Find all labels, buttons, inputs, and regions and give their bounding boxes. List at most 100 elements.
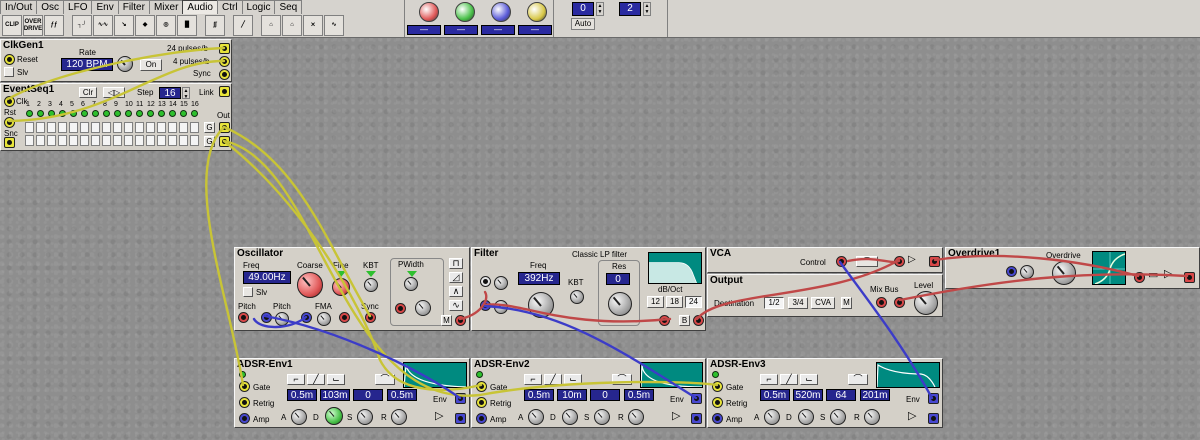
- color-knob-yellow[interactable]: [527, 2, 547, 22]
- slew-module-icon[interactable]: ╱: [233, 15, 253, 36]
- clip-module-icon[interactable]: CLIP: [2, 15, 22, 36]
- overdrive-in-jack[interactable]: [1134, 272, 1145, 283]
- osc-slv-button[interactable]: [243, 287, 253, 297]
- env2-decay-knob[interactable]: [562, 409, 578, 425]
- step-9-row-2-button[interactable]: [113, 135, 122, 146]
- slope-12-button[interactable]: 12: [647, 296, 664, 308]
- tab-ctrl[interactable]: Ctrl: [216, 0, 243, 14]
- env1-attack-display[interactable]: 0.5m: [287, 389, 317, 401]
- env1-shape-button[interactable]: ⌒: [375, 374, 395, 385]
- wavewrap-module-icon[interactable]: ∿∿: [93, 15, 113, 36]
- env1-attack-exp-button[interactable]: ⌙: [327, 374, 345, 385]
- env2-release-display[interactable]: 0.5m: [624, 389, 654, 401]
- env2-attack-lin-button[interactable]: ⌐: [524, 374, 542, 385]
- step-6-row-1-button[interactable]: [80, 122, 89, 133]
- env3-shape-button[interactable]: ⌒: [848, 374, 868, 385]
- tab-seq[interactable]: Seq: [274, 0, 303, 14]
- step-6-row-2-button[interactable]: [80, 135, 89, 146]
- env3-decay-display[interactable]: 520m: [793, 389, 823, 401]
- step-10-row-2-button[interactable]: [124, 135, 133, 146]
- delay-module-icon[interactable]: ∫∫: [205, 15, 225, 36]
- wave-saw-button[interactable]: ◿: [449, 272, 463, 283]
- slv-button[interactable]: [4, 67, 14, 77]
- slope-24-button[interactable]: 24: [685, 296, 702, 308]
- filter-kbt-knob[interactable]: [570, 290, 584, 304]
- overdrive-module-icon[interactable]: OVER DRIVE: [23, 15, 43, 36]
- env3-attack-exp-button[interactable]: ⌙: [800, 374, 818, 385]
- env3-sustain-knob[interactable]: [830, 409, 846, 425]
- auto-button[interactable]: Auto: [571, 18, 595, 30]
- overdrive-knob[interactable]: [1052, 261, 1076, 285]
- dest-cva-button[interactable]: CVA: [811, 297, 835, 309]
- out-4-jack[interactable]: [219, 56, 230, 67]
- filter-freq-mod-jack[interactable]: [480, 300, 491, 311]
- step-8-row-2-button[interactable]: [102, 135, 111, 146]
- env3-title[interactable]: ADSR-Env3: [710, 359, 766, 370]
- overdrive-mod-jack[interactable]: [1006, 266, 1017, 277]
- env3-env-out-jack[interactable]: [928, 393, 939, 404]
- color-knob-red[interactable]: [419, 2, 439, 22]
- env2-attack-log-button[interactable]: ╱: [544, 374, 562, 385]
- reset-input-jack[interactable]: [4, 54, 15, 65]
- env2-attack-knob[interactable]: [528, 409, 544, 425]
- dest-34-button[interactable]: 3/4: [788, 297, 808, 309]
- step-15-row-1-button[interactable]: [179, 122, 188, 133]
- vca-curve-button[interactable]: ⌒: [856, 256, 878, 267]
- env2-sustain-display[interactable]: 0: [590, 389, 620, 401]
- env3-attack-knob[interactable]: [764, 409, 780, 425]
- gate-out-jack-2[interactable]: [219, 136, 230, 147]
- overdrive-title[interactable]: Overdrive1: [948, 248, 1000, 259]
- pitch-mod-knob[interactable]: [275, 312, 289, 326]
- diode-module-icon[interactable]: ↘: [114, 15, 134, 36]
- env1-amp-jack[interactable]: [239, 413, 250, 424]
- tab-mixer[interactable]: Mixer: [148, 0, 184, 14]
- env2-gate-jack[interactable]: [476, 381, 487, 392]
- tab-filter[interactable]: Filter: [117, 0, 150, 14]
- filter-freq-mod-knob[interactable]: [494, 300, 508, 314]
- osc-mute-button[interactable]: M: [441, 315, 452, 326]
- oscillator-title[interactable]: Oscillator: [237, 248, 283, 259]
- clk-input-jack[interactable]: [4, 96, 15, 107]
- value-left-display[interactable]: 0: [572, 2, 594, 16]
- env3-gate-jack[interactable]: [712, 381, 723, 392]
- vca-title[interactable]: VCA: [710, 248, 731, 259]
- env2-env-out-jack[interactable]: [691, 393, 702, 404]
- clr-button[interactable]: Clr: [79, 87, 97, 98]
- overdrive-out-jack[interactable]: [1184, 272, 1195, 283]
- step-7-row-2-button[interactable]: [91, 135, 100, 146]
- step-16-row-2-button[interactable]: [190, 135, 199, 146]
- quantizer-module-icon[interactable]: ┐┘: [72, 15, 92, 36]
- eventseq-title[interactable]: EventSeq1: [3, 84, 54, 95]
- cross-module-icon[interactable]: ⨯: [303, 15, 323, 36]
- env1-attack-log-button[interactable]: ╱: [307, 374, 325, 385]
- pitch-input-jack[interactable]: [238, 312, 249, 323]
- step-2-row-1-button[interactable]: [36, 122, 45, 133]
- filter-pitch-jack[interactable]: [480, 276, 491, 287]
- env3-attack-display[interactable]: 0.5m: [760, 389, 790, 401]
- output-left-jack[interactable]: [876, 297, 887, 308]
- rst-input-jack[interactable]: [4, 117, 15, 128]
- value-right-display[interactable]: 2: [619, 2, 641, 16]
- env2-amp-jack[interactable]: [476, 413, 487, 424]
- step-7-row-1-button[interactable]: [91, 122, 100, 133]
- output-right-jack[interactable]: [894, 297, 905, 308]
- vca-control-jack[interactable]: [836, 256, 847, 267]
- pwidth-mod-knob[interactable]: [415, 300, 431, 316]
- tab-lfo[interactable]: LFO: [63, 0, 93, 14]
- sync-input-jack[interactable]: [365, 312, 376, 323]
- res-knob[interactable]: [608, 292, 632, 316]
- tab-audio[interactable]: Audio: [182, 0, 218, 14]
- on-button[interactable]: On: [140, 59, 162, 71]
- osc-kbt-knob[interactable]: [364, 278, 378, 292]
- step-8-row-1-button[interactable]: [102, 122, 111, 133]
- clkgen-title[interactable]: ClkGen1: [3, 40, 44, 51]
- wave-tri-button[interactable]: ∧: [449, 286, 463, 297]
- color-knob-green[interactable]: [455, 2, 475, 22]
- wave-square-button[interactable]: ⊓: [449, 258, 463, 269]
- step-4-row-2-button[interactable]: [58, 135, 67, 146]
- pwidth-input-jack[interactable]: [395, 303, 406, 314]
- osc-freq-display[interactable]: 49.00Hz: [243, 271, 291, 284]
- env3-amp-jack[interactable]: [712, 413, 723, 424]
- eq-module-icon[interactable]: ⌂: [261, 15, 281, 36]
- step-5-row-1-button[interactable]: [69, 122, 78, 133]
